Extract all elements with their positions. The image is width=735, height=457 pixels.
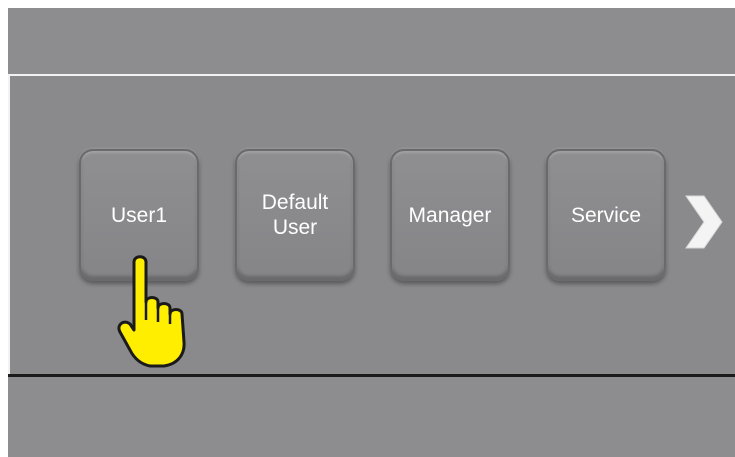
user-button-label: Default User bbox=[261, 191, 329, 239]
user-button-default-user[interactable]: Default User bbox=[235, 149, 355, 281]
chevron-right-icon[interactable] bbox=[682, 194, 724, 250]
user-button-label: User1 bbox=[110, 203, 168, 227]
pointing-hand-icon bbox=[117, 255, 186, 368]
footer-bar bbox=[8, 377, 735, 457]
user-button-service[interactable]: Service bbox=[546, 149, 666, 281]
user-button-manager[interactable]: Manager bbox=[390, 149, 510, 281]
header-bar bbox=[8, 8, 735, 74]
user-button-label: Manager bbox=[408, 203, 492, 227]
user-button-label: Service bbox=[570, 203, 642, 227]
